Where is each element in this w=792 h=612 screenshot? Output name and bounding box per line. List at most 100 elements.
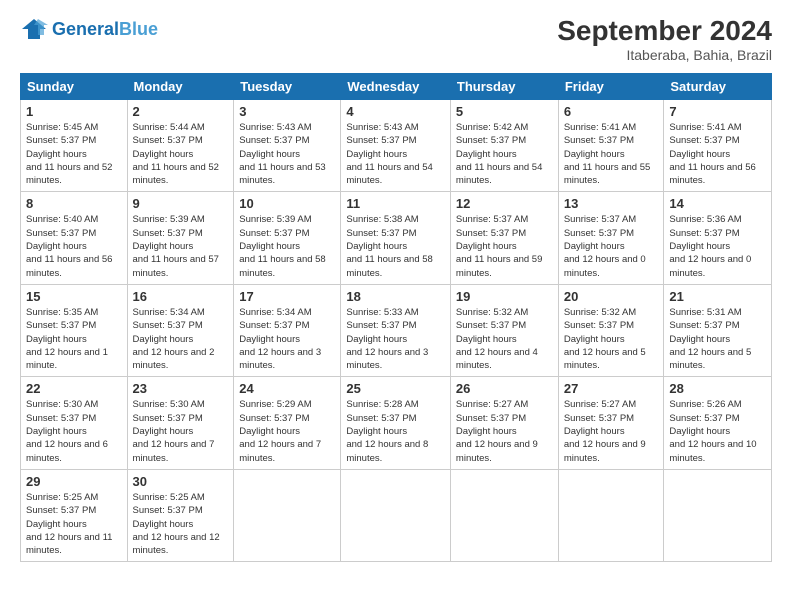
day-info: Sunrise: 5:41 AM Sunset: 5:37 PM Dayligh… bbox=[669, 121, 766, 187]
calendar-cell: 3 Sunrise: 5:43 AM Sunset: 5:37 PM Dayli… bbox=[234, 100, 341, 192]
day-info: Sunrise: 5:38 AM Sunset: 5:37 PM Dayligh… bbox=[346, 213, 445, 279]
day-info: Sunrise: 5:28 AM Sunset: 5:37 PM Dayligh… bbox=[346, 398, 445, 464]
day-info: Sunrise: 5:34 AM Sunset: 5:37 PM Dayligh… bbox=[239, 306, 335, 372]
day-info: Sunrise: 5:41 AM Sunset: 5:37 PM Dayligh… bbox=[564, 121, 659, 187]
calendar-cell: 25 Sunrise: 5:28 AM Sunset: 5:37 PM Dayl… bbox=[341, 377, 451, 469]
calendar-cell: 6 Sunrise: 5:41 AM Sunset: 5:37 PM Dayli… bbox=[558, 100, 664, 192]
calendar-cell bbox=[234, 469, 341, 561]
logo-blue: Blue bbox=[119, 19, 158, 39]
calendar-cell: 30 Sunrise: 5:25 AM Sunset: 5:37 PM Dayl… bbox=[127, 469, 234, 561]
day-number: 28 bbox=[669, 381, 766, 396]
calendar-cell: 22 Sunrise: 5:30 AM Sunset: 5:37 PM Dayl… bbox=[21, 377, 128, 469]
calendar-cell bbox=[450, 469, 558, 561]
day-info: Sunrise: 5:45 AM Sunset: 5:37 PM Dayligh… bbox=[26, 121, 122, 187]
calendar-cell: 1 Sunrise: 5:45 AM Sunset: 5:37 PM Dayli… bbox=[21, 100, 128, 192]
calendar-cell: 14 Sunrise: 5:36 AM Sunset: 5:37 PM Dayl… bbox=[664, 192, 772, 284]
calendar-week-1: 1 Sunrise: 5:45 AM Sunset: 5:37 PM Dayli… bbox=[21, 100, 772, 192]
calendar-cell: 28 Sunrise: 5:26 AM Sunset: 5:37 PM Dayl… bbox=[664, 377, 772, 469]
day-info: Sunrise: 5:36 AM Sunset: 5:37 PM Dayligh… bbox=[669, 213, 766, 279]
col-thursday: Thursday bbox=[450, 74, 558, 100]
calendar-cell: 7 Sunrise: 5:41 AM Sunset: 5:37 PM Dayli… bbox=[664, 100, 772, 192]
location: Itaberaba, Bahia, Brazil bbox=[557, 47, 772, 63]
day-number: 21 bbox=[669, 289, 766, 304]
day-number: 6 bbox=[564, 104, 659, 119]
calendar-cell: 29 Sunrise: 5:25 AM Sunset: 5:37 PM Dayl… bbox=[21, 469, 128, 561]
calendar-cell: 11 Sunrise: 5:38 AM Sunset: 5:37 PM Dayl… bbox=[341, 192, 451, 284]
day-info: Sunrise: 5:26 AM Sunset: 5:37 PM Dayligh… bbox=[669, 398, 766, 464]
calendar-cell bbox=[664, 469, 772, 561]
calendar-cell: 27 Sunrise: 5:27 AM Sunset: 5:37 PM Dayl… bbox=[558, 377, 664, 469]
day-number: 19 bbox=[456, 289, 553, 304]
day-info: Sunrise: 5:30 AM Sunset: 5:37 PM Dayligh… bbox=[26, 398, 122, 464]
day-info: Sunrise: 5:25 AM Sunset: 5:37 PM Dayligh… bbox=[26, 491, 122, 557]
day-info: Sunrise: 5:35 AM Sunset: 5:37 PM Dayligh… bbox=[26, 306, 122, 372]
calendar-week-4: 22 Sunrise: 5:30 AM Sunset: 5:37 PM Dayl… bbox=[21, 377, 772, 469]
day-number: 23 bbox=[133, 381, 229, 396]
calendar-cell: 8 Sunrise: 5:40 AM Sunset: 5:37 PM Dayli… bbox=[21, 192, 128, 284]
calendar-cell: 21 Sunrise: 5:31 AM Sunset: 5:37 PM Dayl… bbox=[664, 284, 772, 376]
logo-icon bbox=[20, 15, 48, 43]
col-tuesday: Tuesday bbox=[234, 74, 341, 100]
day-number: 7 bbox=[669, 104, 766, 119]
calendar-cell: 15 Sunrise: 5:35 AM Sunset: 5:37 PM Dayl… bbox=[21, 284, 128, 376]
calendar-cell: 9 Sunrise: 5:39 AM Sunset: 5:37 PM Dayli… bbox=[127, 192, 234, 284]
calendar-cell: 2 Sunrise: 5:44 AM Sunset: 5:37 PM Dayli… bbox=[127, 100, 234, 192]
day-info: Sunrise: 5:39 AM Sunset: 5:37 PM Dayligh… bbox=[133, 213, 229, 279]
day-info: Sunrise: 5:37 AM Sunset: 5:37 PM Dayligh… bbox=[564, 213, 659, 279]
day-number: 22 bbox=[26, 381, 122, 396]
col-wednesday: Wednesday bbox=[341, 74, 451, 100]
day-number: 16 bbox=[133, 289, 229, 304]
col-sunday: Sunday bbox=[21, 74, 128, 100]
month-year: September 2024 bbox=[557, 15, 772, 47]
calendar-cell: 24 Sunrise: 5:29 AM Sunset: 5:37 PM Dayl… bbox=[234, 377, 341, 469]
day-number: 5 bbox=[456, 104, 553, 119]
calendar-cell: 20 Sunrise: 5:32 AM Sunset: 5:37 PM Dayl… bbox=[558, 284, 664, 376]
day-number: 26 bbox=[456, 381, 553, 396]
day-number: 8 bbox=[26, 196, 122, 211]
col-friday: Friday bbox=[558, 74, 664, 100]
calendar-week-2: 8 Sunrise: 5:40 AM Sunset: 5:37 PM Dayli… bbox=[21, 192, 772, 284]
calendar-cell: 10 Sunrise: 5:39 AM Sunset: 5:37 PM Dayl… bbox=[234, 192, 341, 284]
calendar-week-5: 29 Sunrise: 5:25 AM Sunset: 5:37 PM Dayl… bbox=[21, 469, 772, 561]
page: GeneralBlue September 2024 Itaberaba, Ba… bbox=[0, 0, 792, 612]
day-number: 17 bbox=[239, 289, 335, 304]
day-info: Sunrise: 5:33 AM Sunset: 5:37 PM Dayligh… bbox=[346, 306, 445, 372]
day-number: 15 bbox=[26, 289, 122, 304]
calendar-cell: 17 Sunrise: 5:34 AM Sunset: 5:37 PM Dayl… bbox=[234, 284, 341, 376]
day-number: 29 bbox=[26, 474, 122, 489]
calendar-cell: 26 Sunrise: 5:27 AM Sunset: 5:37 PM Dayl… bbox=[450, 377, 558, 469]
calendar-cell: 19 Sunrise: 5:32 AM Sunset: 5:37 PM Dayl… bbox=[450, 284, 558, 376]
day-info: Sunrise: 5:40 AM Sunset: 5:37 PM Dayligh… bbox=[26, 213, 122, 279]
calendar-cell: 18 Sunrise: 5:33 AM Sunset: 5:37 PM Dayl… bbox=[341, 284, 451, 376]
day-info: Sunrise: 5:31 AM Sunset: 5:37 PM Dayligh… bbox=[669, 306, 766, 372]
day-number: 18 bbox=[346, 289, 445, 304]
logo: GeneralBlue bbox=[20, 15, 158, 43]
calendar-cell: 12 Sunrise: 5:37 AM Sunset: 5:37 PM Dayl… bbox=[450, 192, 558, 284]
day-number: 9 bbox=[133, 196, 229, 211]
day-number: 14 bbox=[669, 196, 766, 211]
calendar-cell bbox=[341, 469, 451, 561]
title-block: September 2024 Itaberaba, Bahia, Brazil bbox=[557, 15, 772, 63]
day-number: 10 bbox=[239, 196, 335, 211]
day-info: Sunrise: 5:42 AM Sunset: 5:37 PM Dayligh… bbox=[456, 121, 553, 187]
day-info: Sunrise: 5:27 AM Sunset: 5:37 PM Dayligh… bbox=[564, 398, 659, 464]
calendar-cell: 4 Sunrise: 5:43 AM Sunset: 5:37 PM Dayli… bbox=[341, 100, 451, 192]
day-number: 24 bbox=[239, 381, 335, 396]
calendar-cell bbox=[558, 469, 664, 561]
day-info: Sunrise: 5:27 AM Sunset: 5:37 PM Dayligh… bbox=[456, 398, 553, 464]
calendar-cell: 13 Sunrise: 5:37 AM Sunset: 5:37 PM Dayl… bbox=[558, 192, 664, 284]
day-number: 2 bbox=[133, 104, 229, 119]
day-info: Sunrise: 5:30 AM Sunset: 5:37 PM Dayligh… bbox=[133, 398, 229, 464]
col-monday: Monday bbox=[127, 74, 234, 100]
day-number: 25 bbox=[346, 381, 445, 396]
day-info: Sunrise: 5:44 AM Sunset: 5:37 PM Dayligh… bbox=[133, 121, 229, 187]
day-number: 20 bbox=[564, 289, 659, 304]
logo-general: General bbox=[52, 19, 119, 39]
day-info: Sunrise: 5:43 AM Sunset: 5:37 PM Dayligh… bbox=[239, 121, 335, 187]
day-info: Sunrise: 5:37 AM Sunset: 5:37 PM Dayligh… bbox=[456, 213, 553, 279]
day-number: 27 bbox=[564, 381, 659, 396]
calendar-cell: 5 Sunrise: 5:42 AM Sunset: 5:37 PM Dayli… bbox=[450, 100, 558, 192]
day-info: Sunrise: 5:29 AM Sunset: 5:37 PM Dayligh… bbox=[239, 398, 335, 464]
day-info: Sunrise: 5:32 AM Sunset: 5:37 PM Dayligh… bbox=[456, 306, 553, 372]
day-info: Sunrise: 5:25 AM Sunset: 5:37 PM Dayligh… bbox=[133, 491, 229, 557]
